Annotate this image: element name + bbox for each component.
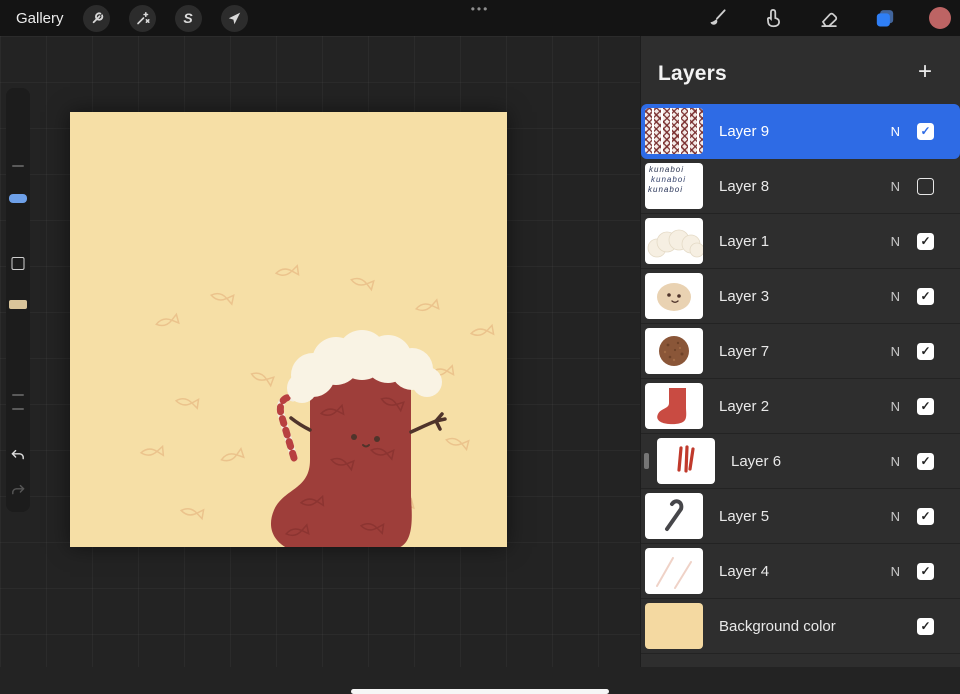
paint-tools-group bbox=[705, 0, 960, 36]
layer-row-layer-3[interactable]: Layer 3 N ✓ bbox=[641, 269, 960, 324]
visibility-checkbox[interactable] bbox=[917, 177, 934, 195]
sidebar-sliders bbox=[6, 88, 30, 512]
layer-thumbnail[interactable] bbox=[645, 383, 703, 429]
wrench-icon bbox=[87, 9, 105, 27]
layers-title: Layers bbox=[658, 62, 727, 85]
adjustments-button[interactable] bbox=[128, 4, 156, 32]
stocking-artwork bbox=[139, 264, 495, 547]
selection-button[interactable]: S bbox=[174, 4, 202, 32]
redo-button[interactable] bbox=[10, 482, 26, 498]
layer-row-layer-9[interactable]: Layer 9 N ✓ bbox=[641, 104, 960, 159]
undo-button[interactable] bbox=[10, 447, 26, 463]
selection-s-icon: S bbox=[183, 10, 193, 26]
visibility-checkbox[interactable]: ✓ bbox=[917, 342, 934, 360]
blend-mode-badge[interactable]: N bbox=[891, 454, 900, 469]
layer-row-layer-2[interactable]: Layer 2 N ✓ bbox=[641, 379, 960, 434]
background-color-swatch[interactable] bbox=[645, 603, 703, 649]
layer-name: Layer 6 bbox=[731, 452, 782, 470]
layer-row-layer-4[interactable]: Layer 4 N ✓ bbox=[641, 544, 960, 599]
visibility-checkbox[interactable]: ✓ bbox=[917, 507, 934, 525]
visibility-checkbox[interactable]: ✓ bbox=[917, 232, 934, 250]
layers-panel-header: Layers + bbox=[641, 36, 960, 104]
layer-thumbnail[interactable] bbox=[645, 273, 703, 319]
layer-thumbnail[interactable] bbox=[645, 218, 703, 264]
canvas-workspace bbox=[0, 36, 640, 694]
layer-name: Background color bbox=[719, 617, 836, 635]
blend-mode-badge[interactable]: N bbox=[891, 234, 900, 249]
active-color-button[interactable] bbox=[929, 7, 951, 29]
handwriting-preview: kunaboi kunaboi kunaboi bbox=[648, 165, 687, 194]
gallery-button[interactable]: Gallery bbox=[16, 10, 64, 27]
brush-button[interactable] bbox=[705, 6, 729, 30]
layer-name: Layer 8 bbox=[719, 177, 770, 195]
visibility-checkbox[interactable]: ✓ bbox=[917, 452, 934, 470]
layer-name: Layer 2 bbox=[719, 397, 770, 415]
layer-name: Layer 1 bbox=[719, 232, 770, 250]
blend-mode-badge[interactable]: N bbox=[891, 289, 900, 304]
visibility-checkbox[interactable]: ✓ bbox=[917, 562, 934, 580]
blend-mode-badge[interactable]: N bbox=[891, 344, 900, 359]
visibility-checkbox[interactable]: ✓ bbox=[917, 122, 934, 140]
layer-thumbnail[interactable] bbox=[645, 108, 703, 154]
top-toolbar: Gallery S ••• bbox=[0, 0, 960, 36]
layer-row-layer-6[interactable]: Layer 6 N ✓ bbox=[641, 434, 960, 489]
layer-row-layer-8[interactable]: kunaboi kunaboi kunaboi Layer 8 N bbox=[641, 159, 960, 214]
layer-row-layer-1[interactable]: Layer 1 N ✓ bbox=[641, 214, 960, 269]
layers-panel: Layers + Layer 9 N ✓ kunaboi kunaboi kun… bbox=[640, 36, 960, 667]
opacity-slider[interactable] bbox=[9, 300, 27, 309]
arrow-cursor-icon bbox=[225, 9, 243, 27]
layer-thumbnail[interactable]: kunaboi kunaboi kunaboi bbox=[645, 163, 703, 209]
visibility-checkbox[interactable]: ✓ bbox=[917, 287, 934, 305]
modify-button[interactable] bbox=[11, 257, 25, 270]
thumb-fragment bbox=[644, 453, 649, 469]
slider-tick bbox=[12, 394, 24, 396]
add-layer-button[interactable]: + bbox=[918, 60, 932, 84]
layers-button[interactable] bbox=[873, 6, 897, 30]
slider-tick bbox=[12, 165, 24, 167]
visibility-checkbox[interactable]: ✓ bbox=[917, 397, 934, 415]
home-indicator[interactable] bbox=[351, 689, 609, 694]
layer-row-layer-5[interactable]: Layer 5 N ✓ bbox=[641, 489, 960, 544]
layer-thumbnail[interactable] bbox=[645, 328, 703, 374]
brush-size-slider[interactable] bbox=[9, 194, 27, 203]
transform-button[interactable] bbox=[220, 4, 248, 32]
magic-wand-icon bbox=[133, 9, 151, 27]
actions-button[interactable] bbox=[82, 4, 110, 32]
layer-name: Layer 7 bbox=[719, 342, 770, 360]
slider-tick bbox=[12, 408, 24, 410]
blend-mode-badge[interactable]: N bbox=[891, 399, 900, 414]
layer-row-layer-7[interactable]: Layer 7 N ✓ bbox=[641, 324, 960, 379]
layer-name: Layer 5 bbox=[719, 507, 770, 525]
blend-mode-badge[interactable]: N bbox=[891, 509, 900, 524]
eraser-button[interactable] bbox=[817, 6, 841, 30]
layer-name: Layer 4 bbox=[719, 562, 770, 580]
blend-mode-badge[interactable]: N bbox=[891, 179, 900, 194]
layer-name: Layer 3 bbox=[719, 287, 770, 305]
layer-row-background-color[interactable]: Background color ✓ bbox=[641, 599, 960, 654]
layer-thumbnail[interactable] bbox=[645, 493, 703, 539]
smudge-button[interactable] bbox=[761, 6, 785, 30]
drawing-canvas[interactable] bbox=[70, 112, 507, 547]
visibility-checkbox[interactable]: ✓ bbox=[917, 617, 934, 635]
blend-mode-badge[interactable]: N bbox=[891, 124, 900, 139]
layer-thumbnail[interactable] bbox=[657, 438, 715, 484]
layer-thumbnail[interactable] bbox=[645, 548, 703, 594]
layer-name: Layer 9 bbox=[719, 122, 770, 140]
blend-mode-badge[interactable]: N bbox=[891, 564, 900, 579]
